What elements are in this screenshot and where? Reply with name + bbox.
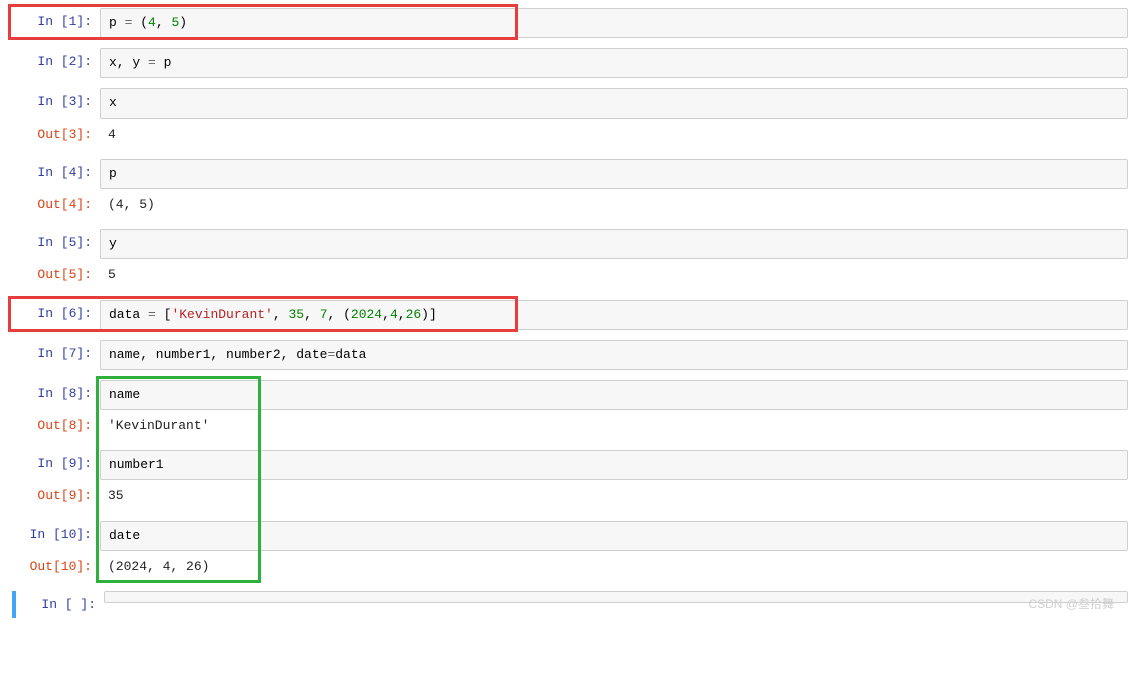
- active-cell[interactable]: In [ ]:: [12, 591, 1128, 618]
- in-prompt: In [6]:: [12, 300, 100, 327]
- in-prompt: In [9]:: [12, 450, 100, 477]
- cell-3: In [3]: x Out[3]: 4: [12, 88, 1128, 148]
- cell-6: In [6]: data = ['KevinDurant', 35, 7, (2…: [12, 300, 1128, 330]
- out-prompt: Out[9]:: [12, 482, 100, 509]
- cell-2: In [2]: x, y = p: [12, 48, 1128, 78]
- output: 5: [100, 261, 1128, 289]
- output: 35: [100, 482, 1128, 510]
- in-prompt: In [5]:: [12, 229, 100, 256]
- out-prompt: Out[4]:: [12, 191, 100, 218]
- code-input[interactable]: y: [100, 229, 1128, 259]
- cell-7: In [7]: name, number1, number2, date=dat…: [12, 340, 1128, 370]
- output: 4: [100, 121, 1128, 149]
- code-input[interactable]: p = (4, 5): [100, 8, 1128, 38]
- cell-5: In [5]: y Out[5]: 5: [12, 229, 1128, 289]
- cell-10: In [10]: date Out[10]: (2024, 4, 26): [12, 521, 1128, 581]
- code-input[interactable]: p: [100, 159, 1128, 189]
- in-prompt: In [3]:: [12, 88, 100, 115]
- code-input[interactable]: x, y = p: [100, 48, 1128, 78]
- code-input[interactable]: name, number1, number2, date=data: [100, 340, 1128, 370]
- in-prompt: In [2]:: [12, 48, 100, 75]
- in-prompt: In [4]:: [12, 159, 100, 186]
- in-prompt: In [1]:: [12, 8, 100, 35]
- output: 'KevinDurant': [100, 412, 1128, 440]
- in-prompt: In [ ]:: [24, 591, 104, 618]
- out-prompt: Out[8]:: [12, 412, 100, 439]
- cell-9: In [9]: number1 Out[9]: 35: [12, 450, 1128, 510]
- out-prompt: Out[5]:: [12, 261, 100, 288]
- cell-1: In [1]: p = (4, 5): [12, 8, 1128, 38]
- code-input[interactable]: x: [100, 88, 1128, 118]
- code-input[interactable]: date: [100, 521, 1128, 551]
- in-prompt: In [8]:: [12, 380, 100, 407]
- cell-8: In [8]: name Out[8]: 'KevinDurant': [12, 380, 1128, 440]
- cell-4: In [4]: p Out[4]: (4, 5): [12, 159, 1128, 219]
- output: (4, 5): [100, 191, 1128, 219]
- code-input[interactable]: name: [100, 380, 1128, 410]
- code-input[interactable]: data = ['KevinDurant', 35, 7, (2024,4,26…: [100, 300, 1128, 330]
- output: (2024, 4, 26): [100, 553, 1128, 581]
- code-input[interactable]: number1: [100, 450, 1128, 480]
- out-prompt: Out[3]:: [12, 121, 100, 148]
- code-input[interactable]: [104, 591, 1128, 603]
- in-prompt: In [7]:: [12, 340, 100, 367]
- out-prompt: Out[10]:: [12, 553, 100, 580]
- in-prompt: In [10]:: [12, 521, 100, 548]
